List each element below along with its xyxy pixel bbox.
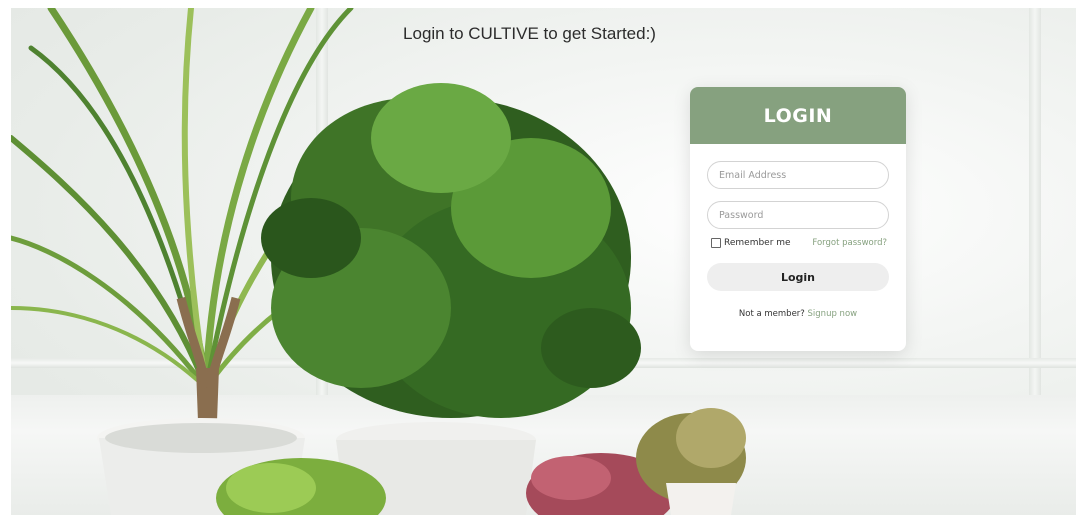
page-headline: Login to CULTIVE to get Started:) bbox=[403, 24, 656, 43]
forgot-password-link[interactable]: Forgot password? bbox=[812, 238, 887, 248]
signup-link[interactable]: Signup now bbox=[808, 309, 858, 319]
login-card-header: LOGIN bbox=[690, 87, 906, 144]
login-button[interactable]: Login bbox=[707, 263, 889, 291]
signup-row: Not a member? Signup now bbox=[690, 309, 906, 319]
remember-row: Remember me Forgot password? bbox=[711, 236, 887, 250]
login-page: Login to CULTIVE to get Started:) LOGIN … bbox=[11, 8, 1076, 515]
signup-prompt: Not a member? bbox=[738, 309, 805, 319]
remember-me-checkbox[interactable] bbox=[711, 238, 721, 248]
login-card: LOGIN Remember me Forgot password? Login… bbox=[690, 87, 906, 351]
background-image bbox=[11, 8, 1076, 515]
remember-me-label: Remember me bbox=[724, 238, 791, 248]
login-card-title: LOGIN bbox=[763, 104, 833, 127]
plants-illustration bbox=[11, 8, 746, 515]
password-input[interactable] bbox=[707, 201, 889, 229]
email-input[interactable] bbox=[707, 161, 889, 189]
